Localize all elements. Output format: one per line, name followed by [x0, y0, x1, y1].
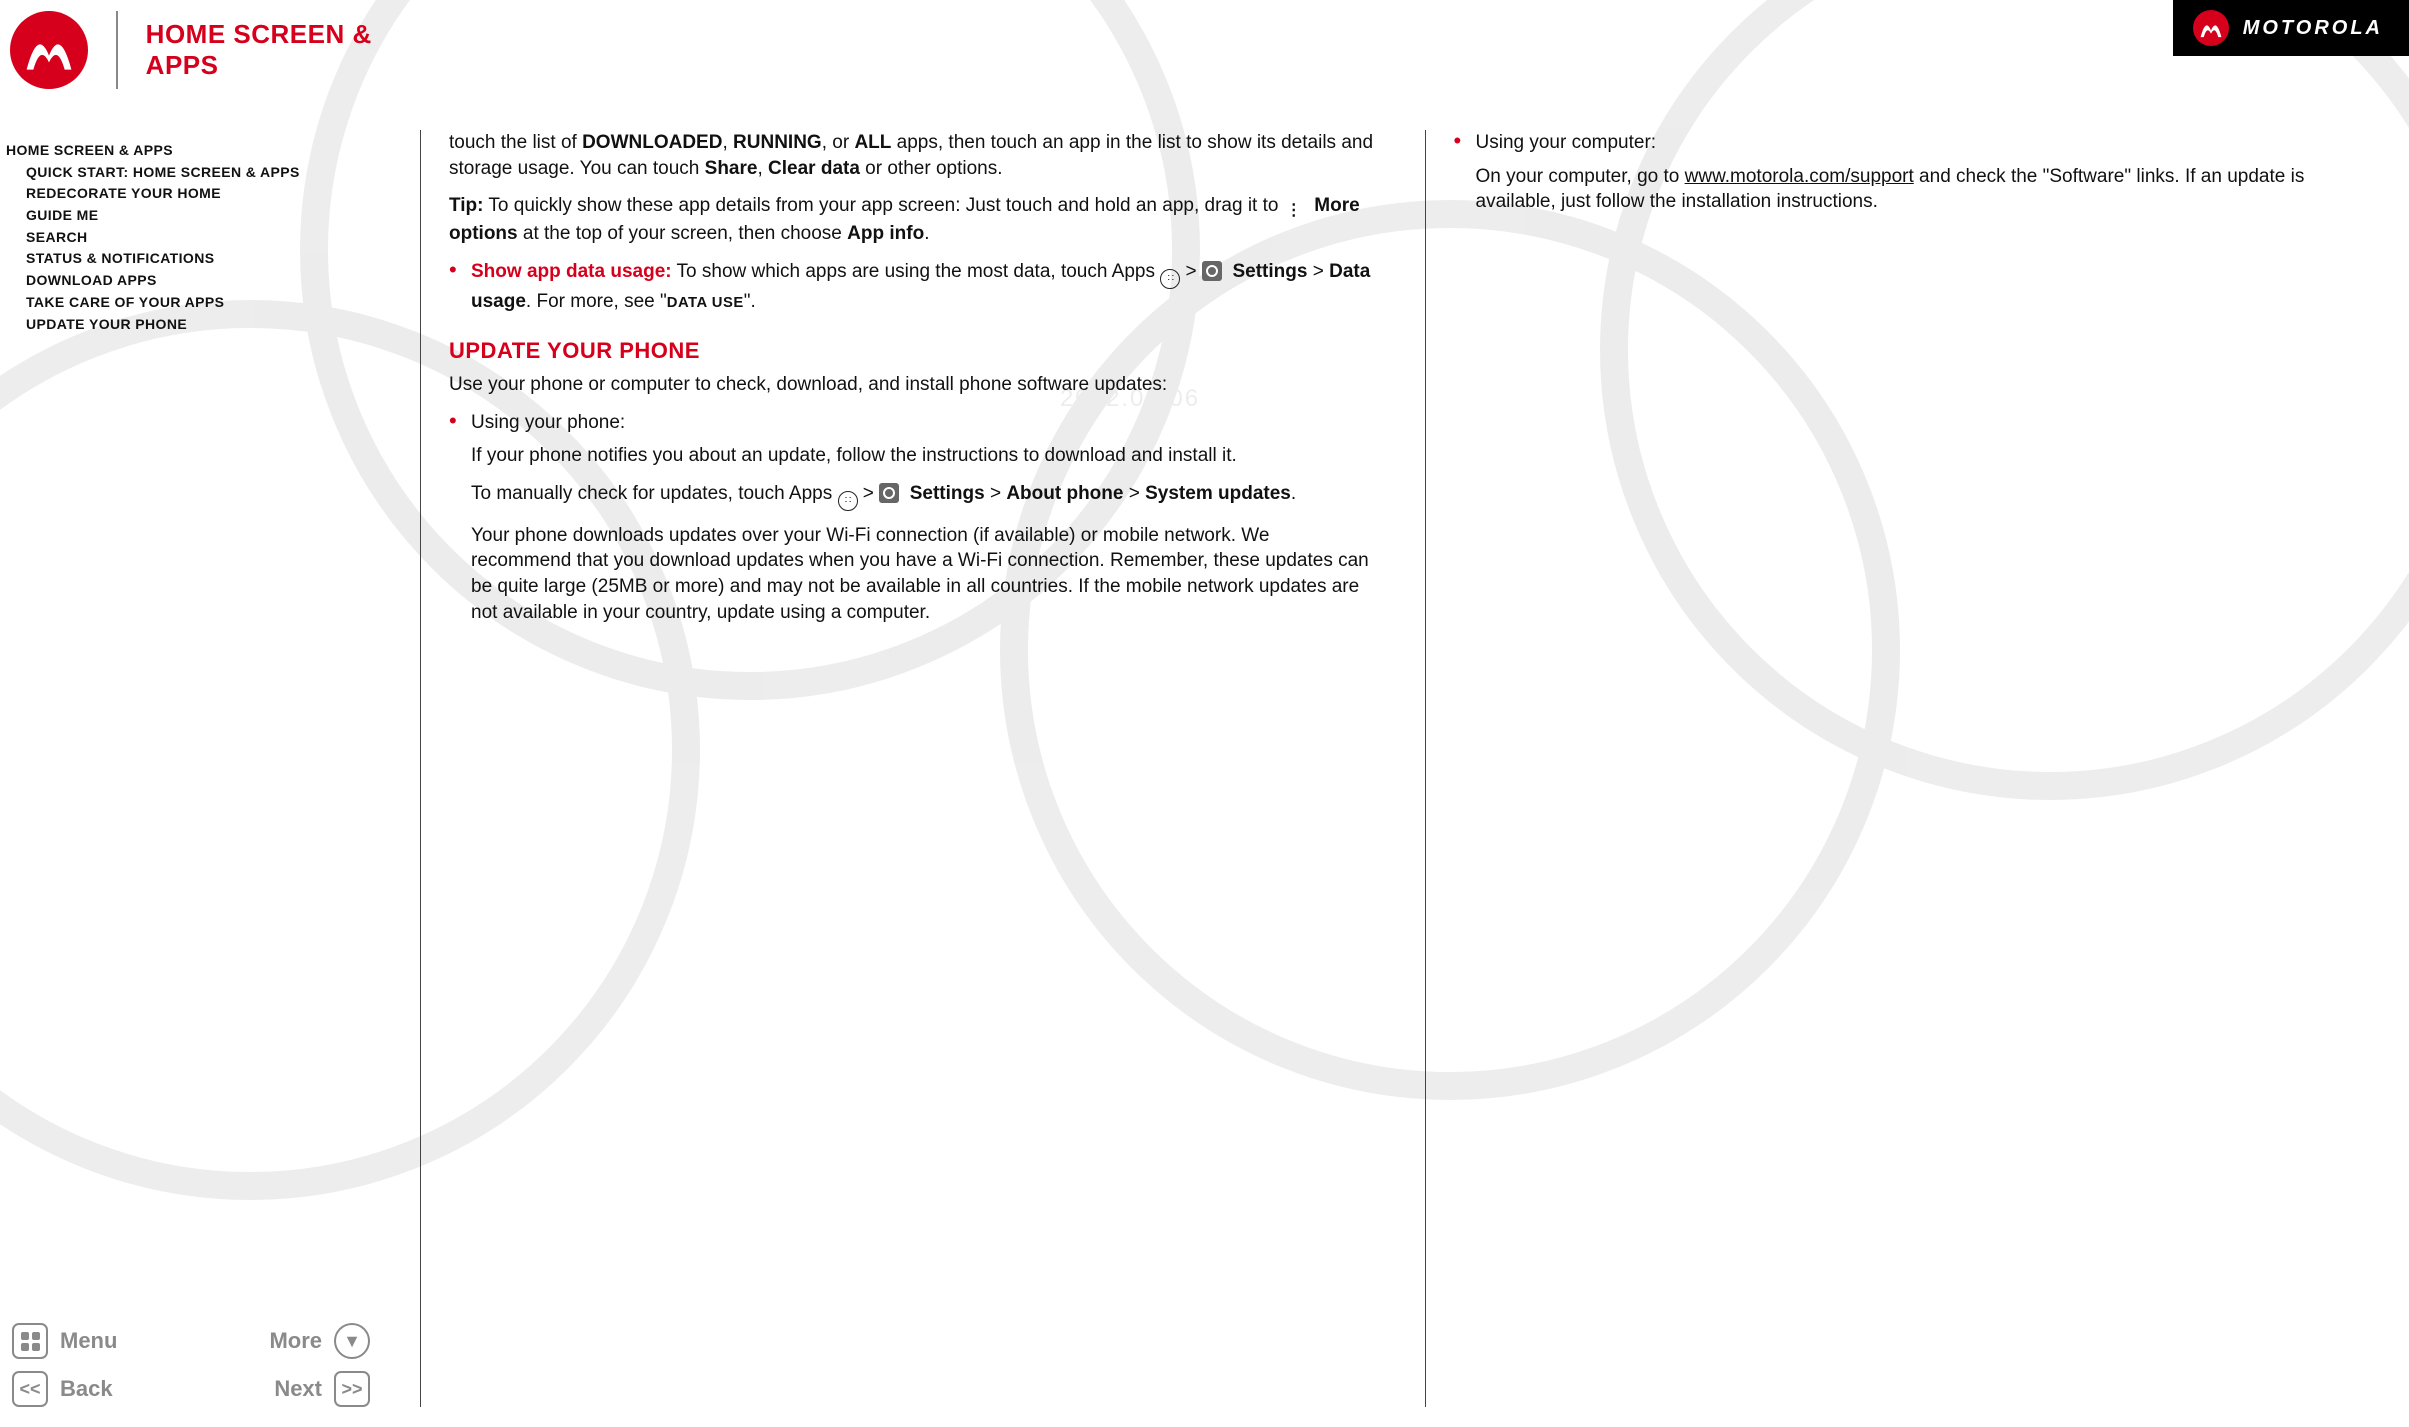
menu-button[interactable]: Menu	[12, 1323, 181, 1359]
phone-update-p1: If your phone notifies you about an upda…	[471, 443, 1375, 469]
update-intro: Use your phone or computer to check, dow…	[449, 372, 1375, 398]
next-label: Next	[274, 1376, 322, 1402]
motorola-logo-small-icon	[2193, 10, 2229, 46]
sidebar-item-search[interactable]: SEARCH	[6, 227, 390, 249]
using-your-computer-item: Using your computer: On your computer, g…	[1454, 130, 2380, 215]
header-divider	[116, 11, 118, 89]
main-content: touch the list of DOWNLOADED, RUNNING, o…	[400, 100, 2409, 1427]
using-your-phone-item: Using your phone: If your phone notifies…	[449, 410, 1375, 626]
brand-name: MOTOROLA	[2243, 17, 2383, 40]
apps-icon: ∷	[838, 491, 858, 511]
phone-update-p2: To manually check for updates, touch App…	[471, 481, 1375, 511]
sidebar: HOME SCREEN & APPS QUICK START: HOME SCR…	[0, 100, 400, 1327]
sidebar-item-take-care[interactable]: TAKE CARE OF YOUR APPS	[6, 292, 390, 314]
settings-icon	[879, 483, 899, 503]
back-button[interactable]: << Back	[12, 1371, 181, 1407]
more-label: More	[269, 1328, 322, 1354]
settings-icon	[1202, 261, 1222, 281]
apps-list-paragraph: touch the list of DOWNLOADED, RUNNING, o…	[449, 130, 1375, 181]
footer-nav: Menu More ▼ << Back Next >>	[0, 1327, 400, 1427]
computer-update-p: On your computer, go to www.motorola.com…	[1476, 164, 2380, 215]
next-button[interactable]: Next >>	[201, 1371, 370, 1407]
more-options-icon: ⋮	[1284, 201, 1304, 221]
more-icon: ▼	[334, 1323, 370, 1359]
sidebar-item-quick-start[interactable]: QUICK START: HOME SCREEN & APPS	[6, 162, 390, 184]
brand-bar: MOTOROLA	[2173, 0, 2409, 56]
show-app-data-usage-item: Show app data usage: To show which apps …	[449, 259, 1375, 314]
sidebar-item-status[interactable]: STATUS & NOTIFICATIONS	[6, 248, 390, 270]
sidebar-item-redecorate[interactable]: REDECORATE YOUR HOME	[6, 183, 390, 205]
back-icon: <<	[12, 1371, 48, 1407]
motorola-logo-icon	[10, 11, 88, 89]
menu-icon	[12, 1323, 48, 1359]
back-label: Back	[60, 1376, 113, 1402]
next-icon: >>	[334, 1371, 370, 1407]
sidebar-item-guide-me[interactable]: GUIDE ME	[6, 205, 390, 227]
page-title: HOME SCREEN & APPS	[146, 19, 400, 81]
column-1: touch the list of DOWNLOADED, RUNNING, o…	[420, 130, 1385, 1407]
support-link[interactable]: www.motorola.com/support	[1685, 166, 1914, 187]
apps-icon: ∷	[1160, 269, 1180, 289]
column-2: Using your computer: On your computer, g…	[1425, 130, 2390, 1407]
update-your-phone-heading: UPDATE YOUR PHONE	[449, 336, 1375, 366]
header-right: MOTOROLA	[400, 0, 2409, 100]
tip-paragraph: Tip: To quickly show these app details f…	[449, 193, 1375, 247]
phone-update-p3: Your phone downloads updates over your W…	[471, 523, 1375, 626]
menu-label: Menu	[60, 1328, 117, 1354]
sidebar-item-download[interactable]: DOWNLOAD APPS	[6, 270, 390, 292]
more-button[interactable]: More ▼	[201, 1323, 370, 1359]
sidebar-heading[interactable]: HOME SCREEN & APPS	[6, 140, 390, 162]
header-left: HOME SCREEN & APPS	[0, 0, 400, 100]
sidebar-item-update[interactable]: UPDATE YOUR PHONE	[6, 314, 390, 336]
